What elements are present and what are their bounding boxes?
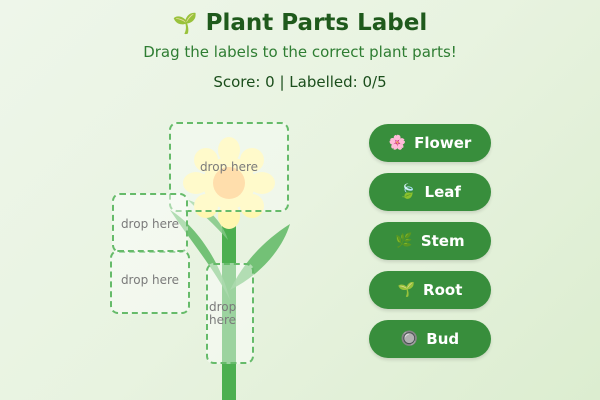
radio-button-icon: 🔘 — [400, 331, 419, 347]
plant-illustration — [0, 0, 600, 400]
cherry-blossom-icon: 🌸 — [388, 135, 407, 151]
label-flower[interactable]: 🌸 Flower — [369, 124, 491, 162]
herb-icon: 🌿 — [395, 233, 413, 249]
leaf-icon: 🍃 — [399, 184, 417, 200]
dropzone-leaf-lower[interactable]: drop here — [110, 250, 190, 314]
label-text: Bud — [426, 330, 460, 348]
plant-drawing — [170, 137, 290, 400]
dropzone-leaf-upper[interactable]: drop here — [112, 193, 188, 253]
seedling-icon: 🌱 — [397, 282, 416, 298]
label-text: Flower — [414, 134, 472, 152]
dropzone-stem[interactable]: drop here — [206, 263, 254, 364]
label-bud[interactable]: 🔘 Bud — [369, 320, 491, 358]
label-stem[interactable]: 🌿 Stem — [369, 222, 491, 260]
label-bank: 🌸 Flower 🍃 Leaf 🌿 Stem 🌱 Root 🔘 Bud — [369, 124, 491, 369]
label-leaf[interactable]: 🍃 Leaf — [369, 173, 491, 211]
label-root[interactable]: 🌱 Root — [369, 271, 491, 309]
label-text: Leaf — [424, 183, 461, 201]
label-text: Root — [423, 281, 463, 299]
label-text: Stem — [420, 232, 465, 250]
